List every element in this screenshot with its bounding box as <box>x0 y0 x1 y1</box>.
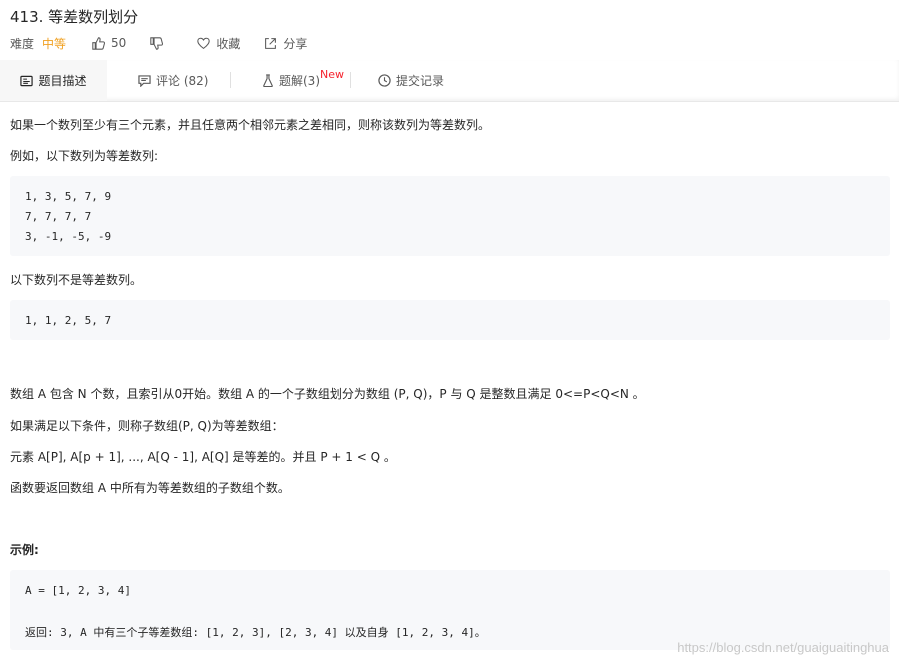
difficulty-label: 难度 <box>10 36 35 51</box>
tab-comments[interactable]: 评论 (82) <box>138 60 208 101</box>
tab-description[interactable]: 题目描述 <box>0 60 107 101</box>
tab-separator <box>350 72 351 88</box>
thumbs-up-icon <box>92 36 106 50</box>
code-block: 1, 3, 5, 7, 9 7, 7, 7, 7 3, -1, -5, -9 <box>10 176 890 256</box>
new-badge: New <box>320 68 344 81</box>
paragraph: 数组 A 包含 N 个数，且索引从0开始。数组 A 的一个子数组划分为数组 (P… <box>10 387 645 401</box>
example-code-block: A = [1, 2, 3, 4] 返回: 3, A 中有三个子等差数组: [1,… <box>10 570 890 650</box>
tab-bar: 题目描述 评论 (82) 题解(3) 提交记录 <box>0 60 899 102</box>
tab-solutions-label: 题解(3) <box>279 74 320 88</box>
like-count: 50 <box>111 36 127 50</box>
heart-icon <box>197 37 211 49</box>
tab-submissions[interactable]: 提交记录 <box>378 60 444 101</box>
tab-comments-label: 评论 (82) <box>156 74 209 88</box>
problem-header: 413. 等差数列划分 难度 中等 50 收藏 分享 <box>0 0 899 60</box>
problem-meta: 难度 中等 50 收藏 分享 <box>10 35 331 51</box>
code-line: 1, 1, 2, 5, 7 <box>25 314 112 327</box>
code-line: 3, -1, -5, -9 <box>25 230 112 243</box>
tab-submissions-label: 提交记录 <box>396 74 445 88</box>
clock-icon <box>378 74 391 87</box>
watermark: https://blog.csdn.net/guaiguaitinghua <box>677 640 889 655</box>
code-line: A = [1, 2, 3, 4] <box>25 584 131 597</box>
document-icon <box>20 75 34 86</box>
paragraph: 函数要返回数组 A 中所有为等差数组的子数组个数。 <box>10 481 290 495</box>
difficulty-value: 中等 <box>42 36 67 51</box>
code-line: 1, 3, 5, 7, 9 <box>25 190 112 203</box>
paragraph: 元素 A[P], A[p + 1], ..., A[Q - 1], A[Q] 是… <box>10 450 396 464</box>
code-line: 7, 7, 7, 7 <box>25 210 92 223</box>
paragraph: 以下数列不是等差数列。 <box>10 273 143 287</box>
tab-solutions[interactable]: 题解(3) <box>262 60 320 101</box>
share-label: 分享 <box>283 36 308 51</box>
share-button[interactable]: 分享 <box>264 35 307 52</box>
code-block: 1, 1, 2, 5, 7 <box>10 300 890 340</box>
example-heading: 示例: <box>10 543 39 557</box>
paragraph: 如果一个数列至少有三个元素，并且任意两个相邻元素之差相同，则称该数列为等差数列。 <box>10 118 491 132</box>
like-button[interactable]: 50 <box>92 36 126 50</box>
share-icon <box>265 37 277 49</box>
paragraph: 如果满足以下条件，则称子数组(P, Q)为等差数组： <box>10 419 284 433</box>
dislike-button[interactable] <box>150 36 169 50</box>
paragraph: 例如，以下数列为等差数列: <box>10 149 159 163</box>
comment-icon <box>138 74 151 87</box>
tab-description-label: 题目描述 <box>38 74 87 88</box>
code-line: 返回: 3, A 中有三个子等差数组: [1, 2, 3], [2, 3, 4]… <box>25 626 486 639</box>
favorite-label: 收藏 <box>216 36 241 51</box>
tab-separator <box>230 72 231 88</box>
problem-title: 413. 等差数列划分 <box>10 8 139 26</box>
flask-icon <box>263 74 273 87</box>
favorite-button[interactable]: 收藏 <box>197 35 240 52</box>
thumbs-down-icon <box>150 36 164 50</box>
